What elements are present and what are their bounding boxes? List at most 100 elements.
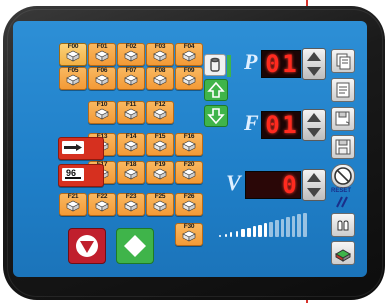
- box-grid-icon: [124, 168, 138, 180]
- speed-bar: [291, 215, 296, 237]
- function-key-f20[interactable]: F20: [175, 161, 203, 184]
- box-split-icon: [95, 74, 109, 86]
- p-digit-1: 0: [265, 50, 280, 78]
- function-key-f14[interactable]: F14: [117, 133, 145, 156]
- p-display: 0 1: [261, 50, 301, 78]
- function-key-f18[interactable]: F18: [117, 161, 145, 184]
- speed-bar: [286, 217, 290, 237]
- f-updown[interactable]: [302, 109, 326, 141]
- function-key-label: F12: [154, 101, 166, 108]
- speed-bar: [252, 226, 257, 237]
- speed-bar: [224, 233, 227, 237]
- p-label: P: [244, 49, 258, 74]
- start-button[interactable]: [116, 228, 154, 264]
- hands-icon: [337, 220, 349, 231]
- function-key-f16[interactable]: F16: [175, 133, 203, 156]
- function-key-label: F02: [125, 43, 137, 50]
- speed-bargraph: [219, 211, 311, 237]
- speed-bar: [235, 230, 238, 237]
- rotate-box-icon: [124, 50, 138, 62]
- function-key-f07[interactable]: F07: [117, 67, 145, 90]
- function-key-f12[interactable]: F12: [146, 101, 174, 124]
- function-key-f11[interactable]: F11: [117, 101, 145, 124]
- worker-icon: [153, 200, 167, 212]
- box-stack-icon: [124, 200, 138, 212]
- function-key-f05[interactable]: F05: [59, 67, 87, 90]
- copy-button[interactable]: [331, 49, 355, 73]
- box-icon: [153, 140, 167, 152]
- box-icon: [153, 50, 167, 62]
- function-key-label: F14: [125, 133, 137, 140]
- function-key-label: F07: [125, 67, 137, 74]
- box-icon: [124, 74, 138, 86]
- function-key-f06[interactable]: F06: [88, 67, 116, 90]
- function-key-f19[interactable]: F19: [146, 161, 174, 184]
- speed-bar: [263, 223, 268, 237]
- p-updown[interactable]: [302, 48, 326, 80]
- hands-button[interactable]: [331, 213, 355, 237]
- function-key-f25[interactable]: F25: [146, 193, 174, 216]
- speed-bar: [297, 214, 301, 237]
- function-key-f04[interactable]: F04: [175, 43, 203, 66]
- function-key-f22[interactable]: F22: [88, 193, 116, 216]
- function-key-f23[interactable]: F23: [117, 193, 145, 216]
- function-key-f21[interactable]: F21: [59, 193, 87, 216]
- function-key-label: F15: [154, 133, 166, 140]
- pack-icon: [334, 249, 352, 262]
- reset-button[interactable]: RESET: [329, 188, 355, 210]
- box-open-icon: [182, 140, 196, 152]
- floppy-icon: [335, 139, 351, 155]
- function-key-f30[interactable]: F30: [175, 223, 203, 246]
- stop-button[interactable]: [68, 228, 106, 264]
- function-key-f00[interactable]: F00: [59, 43, 87, 66]
- p-digit-2: 1: [282, 50, 297, 78]
- function-key-label: F05: [67, 67, 79, 74]
- down-arrow-icon: [207, 108, 225, 125]
- speed-bar: [247, 227, 251, 237]
- function-key-label: F23: [125, 193, 137, 200]
- speed-bar: [241, 229, 245, 237]
- box-split-icon: [153, 74, 167, 86]
- floppy-button[interactable]: [331, 135, 355, 159]
- mute-button[interactable]: [331, 164, 355, 188]
- reset-icon: [336, 196, 348, 208]
- tools-icon: [182, 200, 196, 212]
- save-button[interactable]: [331, 107, 355, 131]
- double-hand-icon: [66, 50, 80, 62]
- bend-96-key[interactable]: 96: [58, 164, 104, 187]
- box-strap-icon: [66, 200, 80, 212]
- save-icon: [335, 111, 350, 126]
- up-button[interactable]: [204, 79, 228, 101]
- function-key-f26[interactable]: F26: [175, 193, 203, 216]
- tube-icon-box: [204, 54, 226, 76]
- function-key-f10[interactable]: F10: [88, 101, 116, 124]
- function-key-f15[interactable]: F15: [146, 133, 174, 156]
- function-key-f01[interactable]: F01: [88, 43, 116, 66]
- document-button[interactable]: [331, 78, 355, 102]
- function-key-label: F03: [154, 43, 166, 50]
- function-key-label: F08: [154, 67, 166, 74]
- press-tool-key[interactable]: [58, 137, 104, 160]
- function-key-f02[interactable]: F02: [117, 43, 145, 66]
- side-stripe: [227, 55, 231, 77]
- box-stack-icon: [95, 108, 109, 120]
- function-key-f03[interactable]: F03: [146, 43, 174, 66]
- f-label: F: [244, 110, 259, 135]
- function-key-label: F09: [183, 67, 195, 74]
- down-button[interactable]: [204, 105, 228, 127]
- function-key-f08[interactable]: F08: [146, 67, 174, 90]
- press-tool-icon: [62, 141, 84, 154]
- function-key-f09[interactable]: F09: [175, 67, 203, 90]
- function-key-label: F20: [183, 161, 195, 168]
- speed-bar: [219, 235, 221, 237]
- up-arrow-icon: [207, 81, 225, 98]
- pack-button[interactable]: [331, 241, 355, 265]
- box-stack-icon: [153, 108, 167, 120]
- function-key-label: F21: [67, 193, 79, 200]
- function-key-label: F06: [96, 67, 108, 74]
- v-digit: 0: [282, 171, 297, 199]
- v-updown[interactable]: [302, 169, 326, 201]
- speed-bar: [280, 218, 285, 237]
- f-display: 0 1: [261, 111, 301, 139]
- function-key-label: F22: [96, 193, 108, 200]
